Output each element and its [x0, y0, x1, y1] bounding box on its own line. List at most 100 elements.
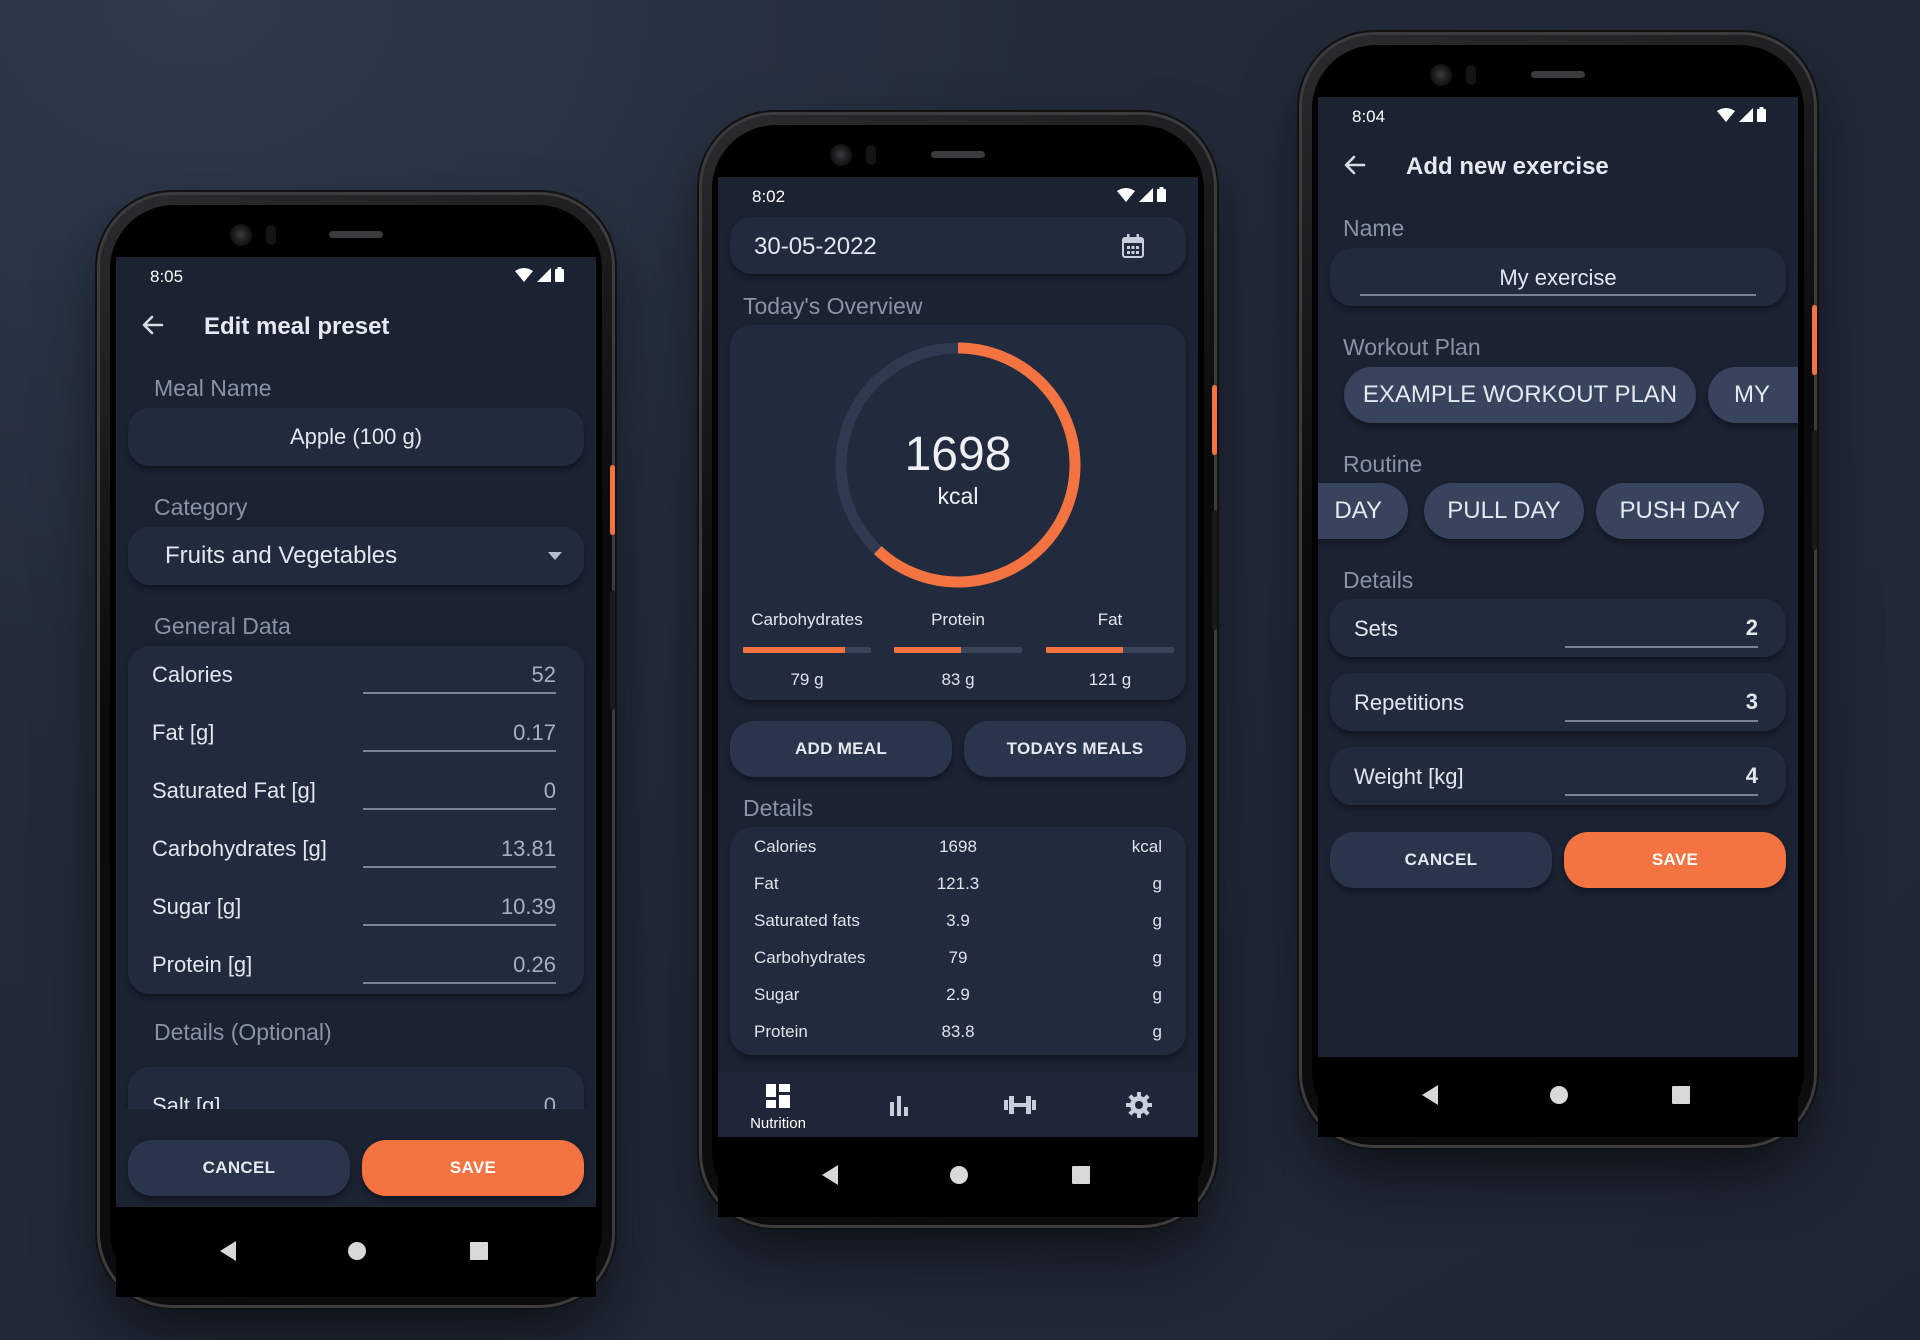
nav-recents-icon[interactable]: [470, 1242, 488, 1260]
power-button[interactable]: [610, 465, 615, 535]
earpiece-speaker: [1531, 71, 1585, 78]
status-time: 8:05: [150, 267, 184, 286]
calories-field[interactable]: Calories 52: [128, 646, 584, 704]
details-row: Fat 121.3 g: [730, 866, 1186, 903]
workout-plan-chip[interactable]: MY: [1708, 367, 1798, 423]
field-value: 13.81: [500, 836, 556, 861]
bar-chart-icon[interactable]: [888, 1096, 910, 1116]
details-label: Details: [1343, 567, 1414, 593]
macro-value-carbohydrates: 79 g: [790, 670, 824, 689]
page-title: Add new exercise: [1406, 153, 1609, 180]
fat-field[interactable]: Fat [g] 0.17: [128, 704, 584, 762]
volume-button[interactable]: [1812, 430, 1817, 550]
workout-plan-chip-label: MY: [1734, 381, 1770, 408]
sugar-field[interactable]: Sugar [g] 10.39: [128, 878, 584, 936]
category-label: Category: [154, 494, 248, 520]
nav-tab-nutrition[interactable]: Nutrition: [730, 1072, 826, 1140]
nav-home-icon[interactable]: [949, 1165, 969, 1185]
sensor: [1466, 65, 1476, 85]
exercise-name-value: My exercise: [1499, 265, 1617, 290]
dashboard-icon: [766, 1084, 790, 1108]
macro-bar-fill: [894, 647, 961, 653]
status-time: 8:02: [752, 187, 786, 206]
field-underline: [363, 924, 556, 926]
nav-recents-icon[interactable]: [1072, 1166, 1090, 1184]
field-value: 52: [531, 662, 556, 687]
nav-back-icon[interactable]: [1422, 1085, 1438, 1105]
date-value: 30-05-2022: [754, 233, 877, 260]
details-row: Protein 83.8 g: [730, 1014, 1186, 1051]
details-amount: 2.9: [946, 985, 970, 1004]
date-selector[interactable]: 30-05-2022: [730, 217, 1186, 274]
calendar-icon[interactable]: [1122, 234, 1144, 258]
sets-field[interactable]: Sets 2: [1330, 599, 1786, 657]
details-amount: 83.8: [941, 1022, 975, 1041]
routine-chip[interactable]: PULL DAY: [1424, 483, 1584, 539]
field-underline: [1360, 294, 1756, 296]
nav-recents-icon[interactable]: [1672, 1086, 1690, 1104]
field-value: 10.39: [500, 894, 556, 919]
macro-bar-fill: [1046, 647, 1123, 653]
nav-home-icon[interactable]: [1549, 1085, 1569, 1105]
earpiece-speaker: [931, 151, 985, 158]
battery-icon: [1157, 187, 1166, 202]
todays-meals-button[interactable]: TODAYS MEALS: [964, 721, 1186, 777]
nav-back-icon[interactable]: [822, 1165, 838, 1185]
cancel-button[interactable]: CANCEL: [1330, 832, 1552, 888]
details-row: Carbohydrates 79 g: [730, 940, 1186, 977]
power-button[interactable]: [1812, 305, 1817, 375]
add-meal-button[interactable]: ADD MEAL: [730, 721, 952, 777]
field-underline: [1565, 720, 1758, 722]
meal-name-label: Meal Name: [154, 375, 272, 401]
exercise-name-field[interactable]: My exercise: [1330, 248, 1786, 306]
volume-button[interactable]: [1212, 510, 1217, 630]
nav-home-icon[interactable]: [347, 1241, 367, 1261]
meal-name-field[interactable]: Apple (100 g): [128, 408, 584, 466]
carbohydrates-field[interactable]: Carbohydrates [g] 13.81: [128, 820, 584, 878]
routine-chip[interactable]: PUSH DAY: [1596, 483, 1764, 539]
screen: 8:02 30-05-2022 Today's Overview 1698 kc…: [718, 177, 1198, 1217]
workout-plan-chip[interactable]: EXAMPLE WORKOUT PLAN: [1344, 367, 1696, 423]
field-underline: [363, 982, 556, 984]
signal-icon: [1139, 187, 1153, 202]
todays-overview-label: Today's Overview: [743, 293, 923, 319]
protein-field[interactable]: Protein [g] 0.26: [128, 936, 584, 994]
general-data-card: Calories 52 Fat [g] 0.17 Saturated Fat […: [128, 646, 584, 994]
dumbbell-icon[interactable]: [1004, 1094, 1036, 1116]
front-camera-icon: [1430, 64, 1452, 86]
field-label: Salt [g]: [152, 1093, 221, 1109]
field-value: 0: [543, 1093, 556, 1109]
optional-data-card: Salt [g] 0: [128, 1067, 584, 1109]
cancel-button[interactable]: CANCEL: [128, 1140, 350, 1196]
details-unit: g: [1152, 985, 1162, 1004]
macro-value-protein: 83 g: [941, 670, 975, 689]
repetitions-field[interactable]: Repetitions 3: [1330, 673, 1786, 731]
field-value: 0.26: [513, 952, 556, 977]
power-button[interactable]: [1212, 385, 1217, 455]
screen: 8:04 Add new exercise Name My exercise W…: [1318, 97, 1798, 1137]
save-button[interactable]: SAVE: [1564, 832, 1786, 888]
status-bar: 8:02: [718, 177, 1198, 217]
battery-icon: [1757, 107, 1766, 122]
back-arrow-icon[interactable]: [1342, 152, 1368, 178]
details-row: Sugar 2.9 g: [730, 977, 1186, 1014]
salt-field[interactable]: Salt [g] 0: [128, 1077, 584, 1109]
settings-gear-icon[interactable]: [1126, 1092, 1152, 1118]
field-underline: [363, 808, 556, 810]
system-navigation-bar: [718, 1137, 1198, 1217]
field-underline: [363, 866, 556, 868]
details-name: Carbohydrates: [754, 948, 866, 967]
nav-back-icon[interactable]: [220, 1241, 236, 1261]
weight-field[interactable]: Weight [kg] 4: [1330, 747, 1786, 805]
back-arrow-icon[interactable]: [140, 312, 166, 338]
sensor: [266, 225, 276, 245]
routine-chip[interactable]: DAY: [1318, 483, 1408, 539]
saturated-fat-field[interactable]: Saturated Fat [g] 0: [128, 762, 584, 820]
save-button[interactable]: SAVE: [362, 1140, 584, 1196]
routine-label: Routine: [1343, 451, 1423, 477]
category-dropdown[interactable]: Fruits and Vegetables: [128, 527, 584, 585]
volume-button[interactable]: [610, 590, 615, 710]
earpiece-speaker: [329, 231, 383, 238]
field-label: Calories: [152, 662, 233, 687]
nav-tab-nutrition-label: Nutrition: [750, 1115, 806, 1132]
